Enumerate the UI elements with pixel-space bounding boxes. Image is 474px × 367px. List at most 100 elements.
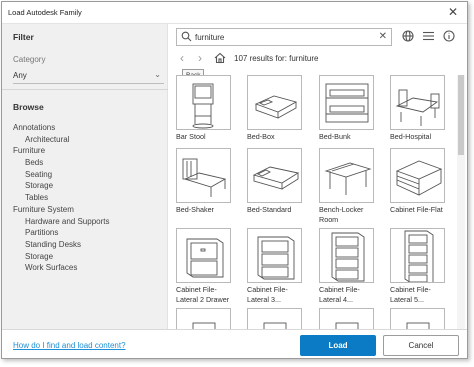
family-card[interactable]	[176, 308, 236, 329]
family-thumbnail[interactable]	[390, 228, 445, 283]
clear-search-icon[interactable]: ✕	[379, 30, 387, 44]
family-card[interactable]: Bed-Box	[247, 75, 307, 142]
family-label: Cabinet File-Lateral 3...	[247, 285, 288, 304]
family-label: Cabinet File-Lateral 5...	[390, 285, 431, 304]
furniture-thumbnail-icon	[192, 322, 216, 329]
results-count: 107 results for: furniture	[234, 54, 319, 63]
help-link[interactable]: How do I find and load content?	[13, 341, 126, 350]
tree-item[interactable]: Beds	[13, 157, 110, 169]
family-thumbnail[interactable]	[247, 75, 302, 130]
dialog-footer: How do I find and load content? Load Can…	[2, 329, 467, 358]
family-label: Bed-Hospital	[390, 132, 432, 141]
family-label: Bed-Bunk	[319, 132, 351, 141]
filter-sidebar: Filter Category Any ⌄ Browse Annotations…	[2, 24, 168, 329]
family-label: Cabinet File-Lateral 4...	[319, 285, 360, 304]
search-icon	[181, 31, 192, 42]
filter-heading: Filter	[13, 32, 34, 42]
results-grid: Bar Stool Bed-Box Bed-Bunk Bed-Hospital Bed-…	[176, 75, 456, 329]
load-button[interactable]: Load	[300, 335, 376, 356]
scrollbar-thumb[interactable]	[458, 75, 464, 155]
search-box[interactable]: ✕	[176, 28, 392, 46]
family-thumbnail[interactable]	[390, 308, 445, 329]
sidebar-divider	[2, 89, 168, 90]
family-thumbnail[interactable]	[319, 228, 374, 283]
load-family-dialog: Load Autodesk Family ✕ Filter Category A…	[1, 1, 468, 359]
results-scrollbar[interactable]	[457, 75, 465, 329]
search-input[interactable]	[195, 31, 375, 43]
family-card[interactable]: Cabinet File-Lateral 4...	[319, 228, 379, 305]
family-card[interactable]: Cabinet File-Lateral 3...	[247, 228, 307, 305]
forward-arrow-icon[interactable]: ›	[194, 51, 206, 65]
back-arrow-icon[interactable]: ‹	[176, 51, 188, 65]
family-card[interactable]: Cabinet File-Flat	[390, 148, 450, 215]
title-bar: Load Autodesk Family ✕	[2, 2, 467, 24]
category-label: Category	[13, 55, 46, 64]
tree-item[interactable]: Storage	[13, 251, 110, 263]
chevron-down-icon: ⌄	[154, 70, 161, 79]
family-thumbnail[interactable]	[247, 308, 302, 329]
browse-tree: Annotations Architectural Furniture Beds Sea…	[13, 122, 110, 274]
family-card[interactable]: Cabinet File-Lateral 2 Drawer	[176, 228, 236, 305]
bed-standard-icon	[252, 166, 300, 190]
family-card[interactable]: Bed-Shaker	[176, 148, 236, 215]
tree-item[interactable]: Annotations	[13, 122, 110, 134]
browse-heading: Browse	[13, 102, 44, 112]
bench-locker-room-icon	[324, 162, 372, 195]
family-card[interactable]: Bed-Hospital	[390, 75, 450, 142]
family-label: Cabinet File-Flat	[390, 205, 443, 214]
family-thumbnail[interactable]	[247, 228, 302, 283]
furniture-thumbnail-icon	[263, 322, 287, 329]
tree-item[interactable]: Storage	[13, 180, 110, 192]
family-thumbnail[interactable]	[319, 148, 374, 203]
cabinet-lateral-3-icon	[257, 236, 295, 280]
cancel-button[interactable]: Cancel	[383, 335, 459, 356]
family-thumbnail[interactable]	[319, 308, 374, 329]
family-label: Bench-Locker Room	[319, 205, 364, 224]
tree-item[interactable]: Hardware and Supports	[13, 216, 110, 228]
tree-item[interactable]: Seating	[13, 169, 110, 181]
tree-item[interactable]: Work Surfaces	[13, 262, 110, 274]
cabinet-lateral-2-drawer-icon	[186, 238, 224, 278]
bar-stool-icon	[192, 83, 214, 129]
navigation-row: ‹ › 107 results for: furniture	[176, 51, 466, 67]
tree-item[interactable]: Architectural	[13, 134, 110, 146]
bed-shaker-icon	[182, 158, 227, 197]
family-card[interactable]: Bed-Standard	[247, 148, 307, 215]
cabinet-file-flat-icon	[395, 160, 443, 196]
family-thumbnail[interactable]	[176, 148, 231, 203]
tree-item[interactable]: Furniture	[13, 145, 110, 157]
tree-item[interactable]: Furniture System	[13, 204, 110, 216]
family-thumbnail[interactable]	[390, 148, 445, 203]
family-card[interactable]: Bench-Locker Room	[319, 148, 379, 225]
category-dropdown[interactable]: Any ⌄	[13, 69, 164, 84]
family-thumbnail[interactable]	[319, 75, 374, 130]
family-card[interactable]: Bar Stool	[176, 75, 236, 142]
family-thumbnail[interactable]	[176, 308, 231, 329]
family-card[interactable]	[390, 308, 450, 329]
info-icon[interactable]	[443, 30, 455, 42]
family-thumbnail[interactable]	[247, 148, 302, 203]
family-label: Bar Stool	[176, 132, 206, 141]
cabinet-lateral-5-icon	[404, 230, 434, 282]
category-value: Any	[13, 71, 27, 80]
bed-box-icon	[254, 95, 298, 119]
family-card[interactable]	[247, 308, 307, 329]
close-icon[interactable]: ✕	[446, 5, 460, 19]
tree-item[interactable]: Partitions	[13, 227, 110, 239]
bed-bunk-icon	[325, 83, 369, 123]
family-thumbnail[interactable]	[176, 228, 231, 283]
family-card[interactable]: Bed-Bunk	[319, 75, 379, 142]
family-label: Bed-Box	[247, 132, 275, 141]
bed-hospital-icon	[395, 89, 440, 126]
tree-item[interactable]: Standing Desks	[13, 239, 110, 251]
family-card[interactable]	[319, 308, 379, 329]
list-view-icon[interactable]	[422, 30, 435, 42]
globe-icon[interactable]	[402, 30, 414, 42]
family-label: Bed-Shaker	[176, 205, 214, 214]
tree-item[interactable]: Tables	[13, 192, 110, 204]
cabinet-lateral-4-icon	[331, 232, 365, 282]
family-card[interactable]: Cabinet File-Lateral 5...	[390, 228, 450, 305]
family-thumbnail[interactable]	[390, 75, 445, 130]
home-icon[interactable]	[214, 52, 226, 64]
family-thumbnail[interactable]	[176, 75, 231, 130]
